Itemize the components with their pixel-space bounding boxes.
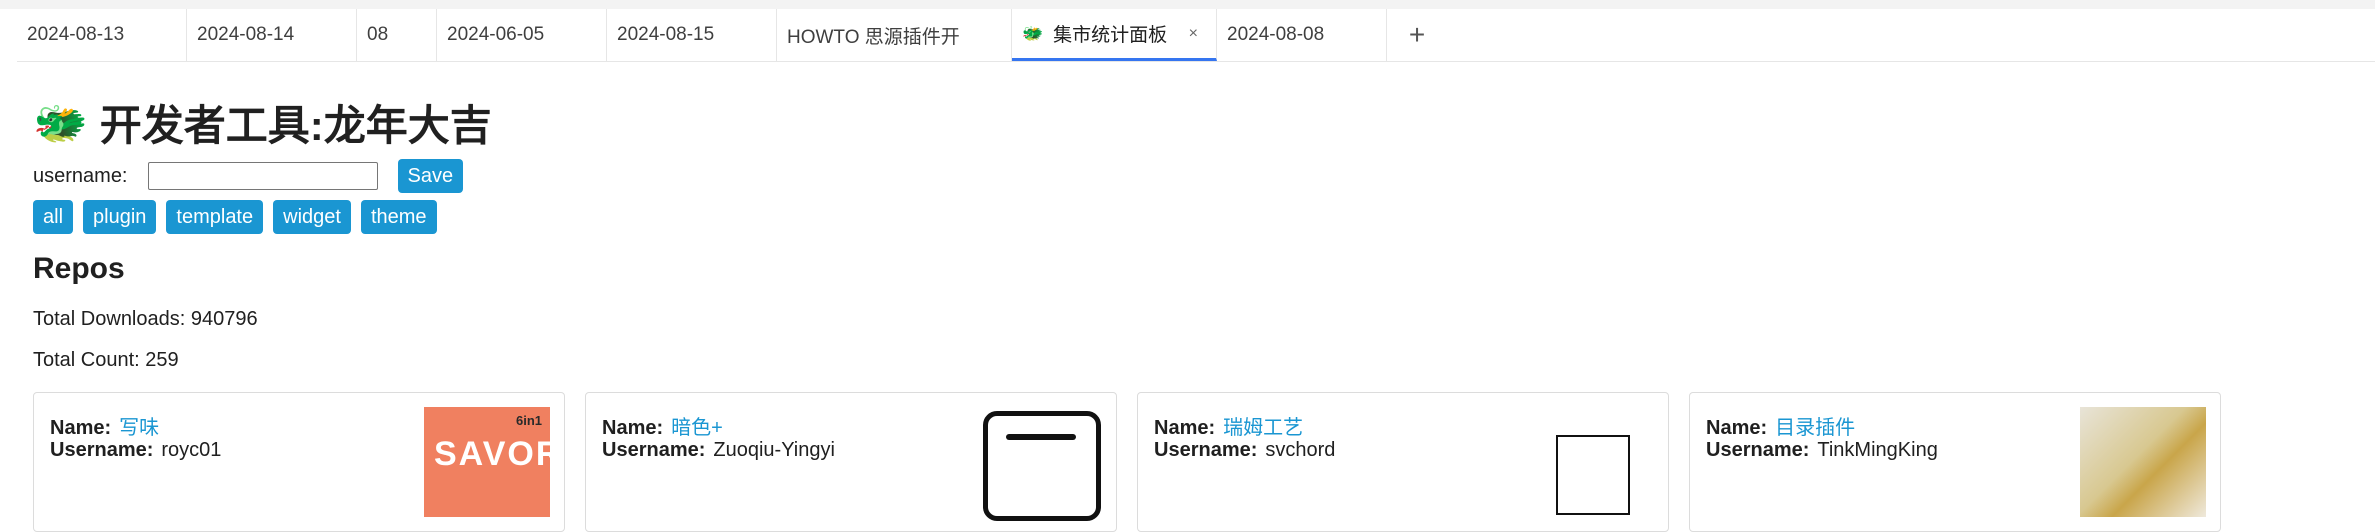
tab-howto-plugin[interactable]: HOWTO 思源插件开 xyxy=(777,9,1012,61)
repo-card[interactable]: Name: 写味 Username: royc01 6in1 SAVOR xyxy=(33,392,565,532)
name-label: Name: xyxy=(1706,417,1768,439)
thumbnail-caption: 6in1 xyxy=(515,413,542,428)
filter-plugin-button[interactable]: plugin xyxy=(83,200,157,234)
repo-name-link[interactable]: 目录插件 xyxy=(1775,417,1855,439)
tab-2024-08-15[interactable]: 2024-08-15 xyxy=(607,9,777,61)
tab-2024-08-14[interactable]: 2024-08-14 xyxy=(187,9,357,61)
repo-thumbnail: 6in1 SAVOR xyxy=(424,407,550,517)
repo-card[interactable]: Name: 暗色+ Username: Zuoqiu-Yingyi xyxy=(585,392,1117,532)
name-label: Name: xyxy=(602,417,664,439)
tab-2024-06-05[interactable]: 2024-06-05 xyxy=(437,9,607,61)
tab-label: 2024-08-13 xyxy=(27,24,125,45)
repo-name-link[interactable]: 瑞姆工艺 xyxy=(1223,417,1303,439)
window-top-strip xyxy=(0,0,2375,9)
repo-username: svchord xyxy=(1265,439,1336,461)
name-label: Name: xyxy=(1154,417,1216,439)
username-label: username: xyxy=(33,164,128,187)
repo-thumbnail xyxy=(1556,435,1630,515)
username-label: Username: xyxy=(1706,439,1810,461)
tab-2024-08-13[interactable]: 2024-08-13 xyxy=(17,9,187,61)
repo-username: royc01 xyxy=(161,439,222,461)
repo-username: TinkMingKing xyxy=(1817,439,1938,461)
tab-2024-08-08[interactable]: 2024-08-08 xyxy=(1217,9,1387,61)
repos-heading: Repos xyxy=(33,252,125,285)
dragon-icon: 🐲 xyxy=(1022,23,1044,43)
filter-all-button[interactable]: all xyxy=(33,200,74,234)
tab-market-stats-panel[interactable]: 🐲 集市统计面板 × xyxy=(1012,9,1217,61)
tab-08[interactable]: 08 xyxy=(357,9,437,61)
dragon-logo-icon: 🐲 xyxy=(33,98,88,148)
page-title: 🐲 开发者工具:龙年大吉 xyxy=(33,92,492,153)
add-tab-icon[interactable]: + xyxy=(1387,9,1447,61)
save-button[interactable]: Save xyxy=(397,159,464,193)
tab-label: 集市统计面板 xyxy=(1053,25,1168,46)
username-label: Username: xyxy=(50,439,154,461)
repo-card[interactable]: Name: 瑞姆工艺 Username: svchord xyxy=(1137,392,1669,532)
filter-template-button[interactable]: template xyxy=(166,200,264,234)
username-input[interactable] xyxy=(147,162,378,190)
repo-card[interactable]: Name: 目录插件 Username: TinkMingKing xyxy=(1689,392,2221,532)
total-downloads: Total Downloads: 940796 xyxy=(33,308,258,330)
repo-card-list: Name: 写味 Username: royc01 6in1 SAVOR Name:… xyxy=(33,392,2241,532)
username-label: Username: xyxy=(602,439,706,461)
repo-thumbnail xyxy=(2080,407,2206,517)
username-label: Username: xyxy=(1154,439,1258,461)
total-count: Total Count: 259 xyxy=(33,349,179,371)
repo-name-link[interactable]: 暗色+ xyxy=(671,417,723,439)
tab-label: 2024-08-08 xyxy=(1227,24,1325,45)
page-title-text: 开发者工具:龙年大吉 xyxy=(99,102,492,149)
filter-theme-button[interactable]: theme xyxy=(360,200,437,234)
tab-label: 2024-08-15 xyxy=(617,24,715,45)
tab-label: 08 xyxy=(367,24,389,45)
thumbnail-title: SAVOR xyxy=(434,435,550,473)
repo-username: Zuoqiu-Yingyi xyxy=(713,439,835,461)
thumbnail-bar xyxy=(1006,434,1076,440)
repo-thumbnail xyxy=(983,411,1101,521)
repo-name-link[interactable]: 写味 xyxy=(119,417,159,439)
tab-label: 2024-06-05 xyxy=(447,24,545,45)
tab-label: HOWTO 思源插件开 xyxy=(787,26,960,48)
tab-label: 2024-08-14 xyxy=(197,24,295,45)
username-row: username: Save xyxy=(33,159,464,193)
filter-widget-button[interactable]: widget xyxy=(273,200,351,234)
type-filters: all plugin template widget theme xyxy=(33,200,447,234)
name-label: Name: xyxy=(50,417,112,439)
tab-bar: 2024-08-13 2024-08-14 08 2024-06-05 2024… xyxy=(17,9,2375,62)
close-icon[interactable]: × xyxy=(1189,25,1198,43)
